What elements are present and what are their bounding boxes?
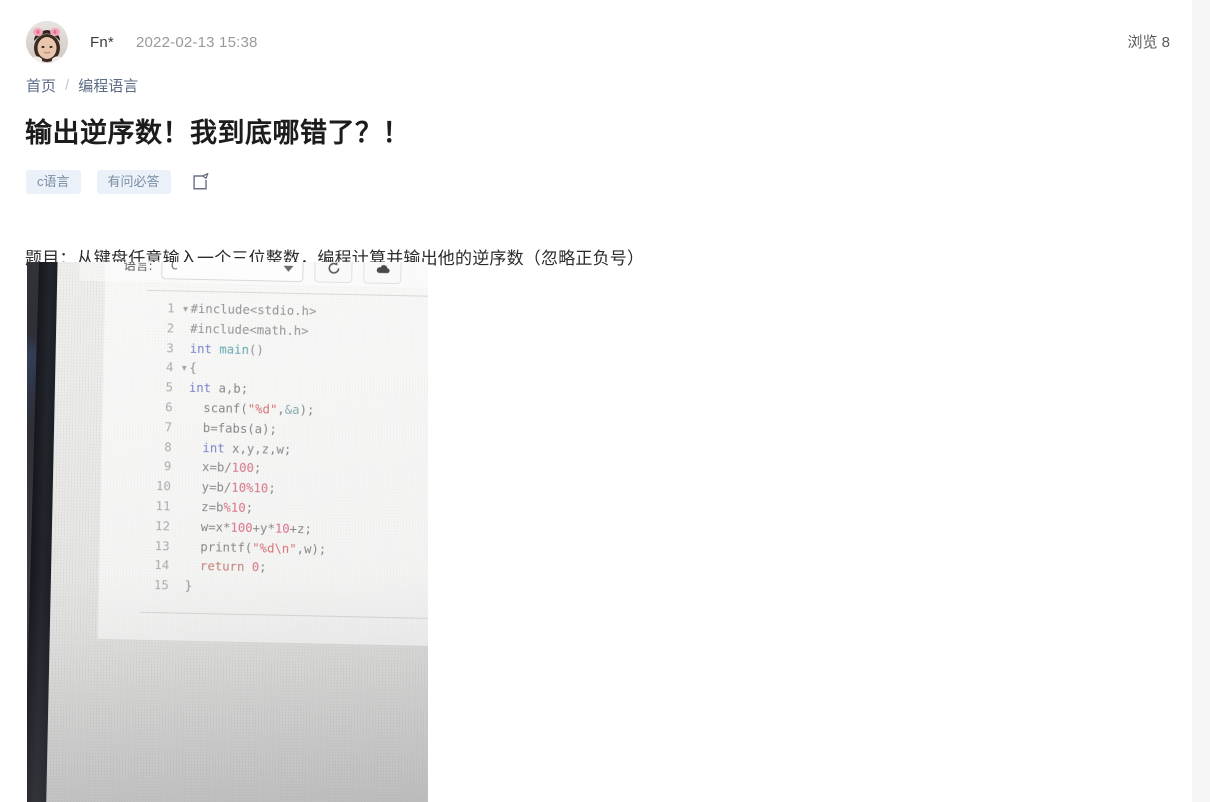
code-line-number: 14 bbox=[154, 558, 170, 573]
code-line-number: 3 bbox=[166, 340, 174, 356]
breadcrumb: 首页 / 编程语言 bbox=[26, 75, 138, 96]
code-fold-marker bbox=[177, 478, 187, 498]
page-title: 输出逆序数！我到底哪错了？！ bbox=[25, 118, 410, 148]
code-line-number: 15 bbox=[153, 578, 169, 593]
code-fold-marker bbox=[175, 557, 185, 577]
user-avatar-photo bbox=[26, 21, 68, 63]
post-date: 2022-02-13 15:38 bbox=[135, 33, 258, 51]
avatar[interactable] bbox=[26, 21, 68, 63]
code-token: z=b bbox=[186, 499, 224, 515]
code-token: main bbox=[219, 341, 250, 357]
code-token: b=fabs(a); bbox=[187, 420, 278, 437]
code-token: ; bbox=[268, 481, 276, 496]
code-token: a,b; bbox=[218, 381, 249, 397]
code-token: 100 bbox=[231, 461, 255, 476]
code-fold-marker: ▾ bbox=[180, 360, 189, 376]
code-token: %10 bbox=[223, 500, 246, 515]
code-fold-marker bbox=[177, 458, 187, 478]
code-token: 10 bbox=[274, 521, 290, 536]
code-token: scanf( bbox=[188, 400, 248, 416]
code-line-number: 8 bbox=[164, 439, 172, 454]
tag-list: c语言 有问必答 bbox=[26, 170, 211, 194]
tag-item[interactable]: 有问必答 bbox=[96, 170, 171, 194]
code-token: int bbox=[188, 380, 219, 396]
code-line-number: 7 bbox=[164, 420, 173, 435]
breadcrumb-separator: / bbox=[65, 77, 70, 94]
code-line-number: 6 bbox=[164, 400, 173, 415]
code-token: x,y,z,w; bbox=[231, 441, 292, 457]
code-line-number: 13 bbox=[154, 538, 170, 553]
code-token: #include<stdio.h> bbox=[190, 301, 317, 319]
code-line-number: 11 bbox=[155, 499, 171, 514]
upload-button[interactable] bbox=[363, 262, 402, 285]
code-token: ; bbox=[259, 560, 267, 575]
refresh-icon bbox=[328, 262, 340, 274]
code-token: int bbox=[189, 341, 220, 356]
post-author-row: Fn* 2022-02-13 15:38 bbox=[26, 20, 258, 64]
right-gutter bbox=[1192, 0, 1210, 802]
language-select-value: C bbox=[170, 262, 179, 273]
author-name[interactable]: Fn* bbox=[90, 34, 114, 51]
code-fold-marker bbox=[178, 418, 188, 438]
code-token: } bbox=[184, 578, 193, 594]
code-token: +y* bbox=[252, 520, 276, 536]
code-token: ; bbox=[245, 500, 254, 516]
code-fold-marker bbox=[175, 577, 185, 597]
code-token: 10%10 bbox=[231, 480, 269, 496]
code-fold-marker bbox=[176, 517, 186, 537]
code-token: #include<math.h> bbox=[190, 321, 309, 339]
code-token: ); bbox=[299, 403, 315, 418]
breadcrumb-item-category[interactable]: 编程语言 bbox=[78, 75, 138, 96]
code-line-number: 9 bbox=[163, 459, 172, 474]
code-token: 100 bbox=[230, 520, 253, 535]
code-line-number: 1 bbox=[167, 301, 175, 316]
code-fold-marker bbox=[180, 319, 190, 339]
code-token: { bbox=[189, 361, 197, 376]
language-label: 语言: bbox=[123, 262, 153, 273]
code-fold-marker bbox=[175, 537, 185, 557]
code-token: &a bbox=[284, 402, 300, 418]
view-count: 浏览 8 bbox=[1127, 34, 1170, 51]
code-line-number: 10 bbox=[155, 479, 172, 494]
chevron-down-icon bbox=[283, 265, 294, 272]
code-fold-marker: ▾ bbox=[181, 301, 190, 316]
code-line-number: 2 bbox=[166, 321, 175, 336]
code-fold-marker bbox=[180, 339, 190, 359]
code-token: return bbox=[199, 559, 252, 575]
language-select[interactable]: C bbox=[161, 262, 304, 283]
code-line-number: 12 bbox=[155, 518, 171, 534]
page-root: Fn* 2022-02-13 15:38 浏览 8 首页 / 编程语言 输出逆序… bbox=[0, 0, 1210, 802]
code-token: printf( bbox=[185, 539, 253, 555]
code-fold-marker bbox=[178, 399, 188, 419]
code-fold-marker bbox=[176, 497, 186, 517]
tag-item[interactable]: c语言 bbox=[26, 170, 81, 194]
code-fold-marker bbox=[177, 438, 187, 458]
code-token: x=b/ bbox=[187, 460, 232, 476]
code-token: w=x* bbox=[185, 519, 231, 535]
code-token: ,w); bbox=[296, 541, 327, 557]
code-editor-content: 1 ▾#include<stdio.h> 2 #include<math.h> 3 i… bbox=[141, 299, 332, 600]
monitor-screen: 语言: C 1 ▾#include<stdio.h> 2 #include<ma… bbox=[43, 262, 428, 802]
code-token: ; bbox=[253, 461, 262, 476]
code-token: int bbox=[202, 440, 233, 456]
post-image-attachment[interactable]: 语言: C 1 ▾#include<stdio.h> 2 #include<ma… bbox=[27, 262, 428, 802]
edit-square-icon[interactable] bbox=[192, 172, 211, 192]
code-line-number: 5 bbox=[165, 380, 174, 395]
breadcrumb-item-home[interactable]: 首页 bbox=[26, 75, 56, 96]
cloud-upload-icon bbox=[376, 265, 390, 274]
code-token: +z; bbox=[289, 521, 313, 537]
code-token: y=b/ bbox=[186, 479, 232, 495]
code-fold-marker bbox=[179, 379, 189, 399]
code-token: "%d" bbox=[247, 401, 278, 417]
code-line: 15 } bbox=[141, 576, 326, 600]
post-page: Fn* 2022-02-13 15:38 浏览 8 首页 / 编程语言 输出逆序… bbox=[0, 0, 1192, 802]
code-line-number: 4 bbox=[165, 360, 174, 375]
code-token: "%d\n" bbox=[252, 540, 297, 556]
code-token: () bbox=[248, 342, 264, 357]
run-button[interactable] bbox=[314, 262, 353, 284]
photo-inner: 语言: C 1 ▾#include<stdio.h> 2 #include<ma… bbox=[27, 262, 428, 802]
